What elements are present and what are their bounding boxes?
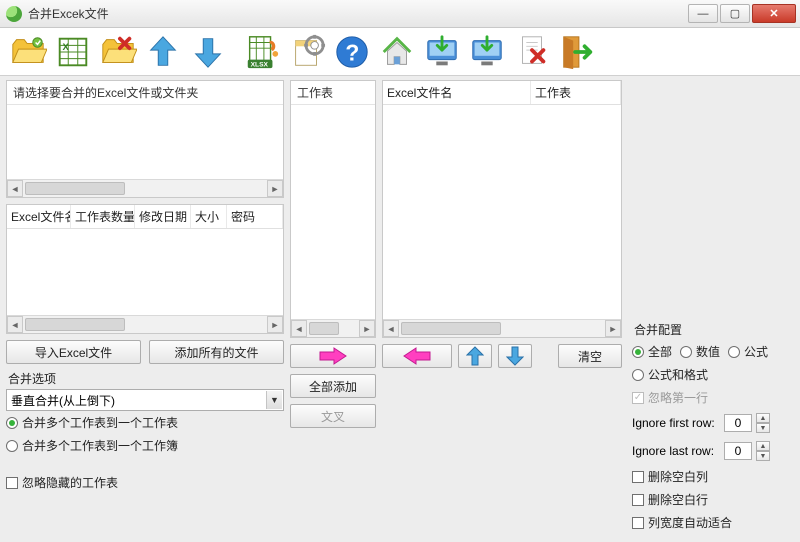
scrollbar[interactable]: ◄► bbox=[383, 319, 621, 337]
radio-value[interactable]: 数值 bbox=[680, 343, 720, 360]
radio-merge-to-workbook[interactable]: 合并多个工作表到一个工作簿 bbox=[6, 437, 284, 454]
radio-formula-format[interactable]: 公式和格式 bbox=[632, 366, 792, 383]
move-up-button[interactable] bbox=[458, 344, 492, 368]
xlsx-icon[interactable]: XLSX bbox=[240, 30, 284, 74]
scrollbar[interactable]: ◄► bbox=[7, 179, 283, 197]
files-grid-panel: Excel文件名 工作表数量 修改日期 大小 密码 ◄► bbox=[6, 204, 284, 334]
checkbox-skip-first: 忽略第一行 bbox=[632, 389, 792, 406]
worksheet-panel-body[interactable] bbox=[291, 105, 375, 319]
result-grid-header: Excel文件名 工作表 bbox=[383, 81, 621, 105]
files-grid-header: Excel文件名 工作表数量 修改日期 大小 密码 bbox=[7, 205, 283, 229]
source-panel: 请选择要合并的Excel文件或文件夹 ◄► bbox=[6, 80, 284, 198]
checkbox-del-row[interactable]: 删除空白行 bbox=[632, 491, 792, 508]
col-result-sheet[interactable]: 工作表 bbox=[531, 81, 621, 104]
delete-file-icon[interactable] bbox=[96, 30, 140, 74]
merge-options-label: 合并选项 bbox=[8, 370, 284, 387]
window-title: 合并Excek文件 bbox=[28, 5, 688, 22]
spin-down-icon[interactable]: ▼ bbox=[756, 423, 770, 433]
files-grid-body[interactable] bbox=[7, 229, 283, 315]
svg-text:XLSX: XLSX bbox=[251, 61, 269, 68]
home-icon[interactable] bbox=[375, 30, 419, 74]
move-up-icon[interactable] bbox=[141, 30, 185, 74]
remove-left-button[interactable] bbox=[382, 344, 452, 368]
open-file-icon[interactable] bbox=[6, 30, 50, 74]
close-button[interactable]: ✕ bbox=[752, 4, 796, 23]
ignore-last-label: Ignore last row: bbox=[632, 444, 724, 458]
ignore-last-input[interactable] bbox=[724, 442, 752, 460]
checkbox-icon bbox=[632, 471, 644, 483]
merge-mode-combo[interactable]: 垂直合并(从上倒下) ▼ bbox=[6, 389, 284, 411]
toolbar: X XLSX ? bbox=[0, 28, 800, 76]
move-down-button[interactable] bbox=[498, 344, 532, 368]
radio-icon bbox=[632, 369, 644, 381]
svg-text:X: X bbox=[63, 42, 70, 53]
col-filename[interactable]: Excel文件名 bbox=[7, 205, 71, 228]
config-panel: 合并配置 全部 数值 公式 公式和格式 忽略第一行 Ignore first r… bbox=[628, 80, 794, 536]
minimize-button[interactable]: — bbox=[688, 4, 718, 23]
radio-icon bbox=[680, 346, 692, 358]
settings-icon[interactable] bbox=[285, 30, 329, 74]
source-panel-body[interactable] bbox=[7, 105, 283, 179]
checkbox-del-col[interactable]: 删除空白列 bbox=[632, 468, 792, 485]
config-label: 合并配置 bbox=[634, 321, 792, 338]
col-size[interactable]: 大小 bbox=[191, 205, 227, 228]
help-icon[interactable]: ? bbox=[330, 30, 374, 74]
scrollbar[interactable]: ◄► bbox=[291, 319, 375, 337]
ignore-first-label: Ignore first row: bbox=[632, 416, 724, 430]
move-down-icon[interactable] bbox=[186, 30, 230, 74]
spin-up-icon[interactable]: ▲ bbox=[756, 413, 770, 423]
spin-down-icon[interactable]: ▼ bbox=[756, 451, 770, 461]
result-grid-body[interactable] bbox=[383, 105, 621, 319]
source-panel-header: 请选择要合并的Excel文件或文件夹 bbox=[7, 81, 283, 105]
checkbox-icon bbox=[632, 392, 644, 404]
checkbox-icon bbox=[6, 477, 18, 489]
scrollbar[interactable]: ◄► bbox=[7, 315, 283, 333]
add-right-button[interactable] bbox=[290, 344, 376, 368]
excel-icon[interactable]: X bbox=[51, 30, 95, 74]
delete-page-icon[interactable] bbox=[510, 30, 554, 74]
worksheet-panel-header: 工作表 bbox=[291, 81, 375, 105]
maximize-button[interactable]: ▢ bbox=[720, 4, 750, 23]
ignore-first-input[interactable] bbox=[724, 414, 752, 432]
download-left-icon[interactable] bbox=[420, 30, 464, 74]
col-sheets[interactable]: 工作表数量 bbox=[71, 205, 135, 228]
col-password[interactable]: 密码 bbox=[227, 205, 283, 228]
radio-merge-to-sheet[interactable]: 合并多个工作表到一个工作表 bbox=[6, 414, 284, 431]
radio-icon bbox=[6, 417, 18, 429]
app-icon bbox=[6, 6, 22, 22]
worksheet-panel: 工作表 ◄► bbox=[290, 80, 376, 338]
col-date[interactable]: 修改日期 bbox=[135, 205, 191, 228]
chevron-down-icon[interactable]: ▼ bbox=[266, 391, 282, 409]
checkbox-icon bbox=[632, 517, 644, 529]
checkbox-autofit[interactable]: 列宽度自动适合 bbox=[632, 514, 792, 531]
radio-icon bbox=[6, 440, 18, 452]
exit-icon[interactable] bbox=[555, 30, 599, 74]
add-all-button[interactable]: 全部添加 bbox=[290, 374, 376, 398]
download-right-icon[interactable] bbox=[465, 30, 509, 74]
checkbox-ignore-hidden[interactable]: 忽略隐藏的工作表 bbox=[6, 474, 284, 491]
combo-value: 垂直合并(从上倒下) bbox=[11, 392, 115, 409]
svg-text:?: ? bbox=[345, 39, 359, 65]
checkbox-icon bbox=[632, 494, 644, 506]
import-excel-button[interactable]: 导入Excel文件 bbox=[6, 340, 141, 364]
radio-icon bbox=[728, 346, 740, 358]
titlebar: 合并Excek文件 — ▢ ✕ bbox=[0, 0, 800, 28]
radio-icon bbox=[632, 346, 644, 358]
add-all-files-button[interactable]: 添加所有的文件 bbox=[149, 340, 284, 364]
cross-button[interactable]: 文叉 bbox=[290, 404, 376, 428]
ignore-last-spinner[interactable]: ▲▼ bbox=[724, 441, 770, 461]
clear-button[interactable]: 清空 bbox=[558, 344, 622, 368]
spin-up-icon[interactable]: ▲ bbox=[756, 441, 770, 451]
col-result-filename[interactable]: Excel文件名 bbox=[383, 81, 531, 104]
radio-all[interactable]: 全部 bbox=[632, 343, 672, 360]
ignore-first-spinner[interactable]: ▲▼ bbox=[724, 413, 770, 433]
radio-formula[interactable]: 公式 bbox=[728, 343, 768, 360]
result-panel: Excel文件名 工作表 ◄► bbox=[382, 80, 622, 338]
